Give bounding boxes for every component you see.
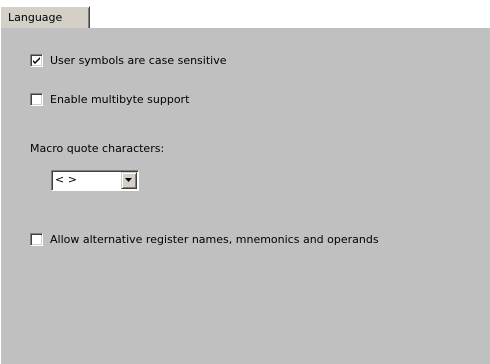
check-icon [33,56,40,64]
macro-quote-label: Macro quote characters: [30,142,165,155]
multibyte-label: Enable multibyte support [50,92,190,106]
dropdown-button[interactable] [121,172,137,189]
chevron-down-icon [125,178,132,182]
multibyte-checkbox[interactable] [30,92,43,106]
tab-label: Language [8,11,63,24]
macro-quote-select[interactable]: < > [51,170,139,191]
alt-register-label: Allow alternative register names, mnemon… [50,232,379,246]
case-sensitive-option[interactable]: User symbols are case sensitive [30,52,227,68]
tab-language[interactable]: Language [0,6,90,28]
macro-quote-value: < > [55,173,77,186]
language-panel [0,27,490,364]
case-sensitive-label: User symbols are case sensitive [50,53,227,67]
alt-register-checkbox[interactable] [30,232,43,246]
multibyte-option[interactable]: Enable multibyte support [30,91,189,107]
case-sensitive-checkbox[interactable] [30,53,43,67]
alt-register-option[interactable]: Allow alternative register names, mnemon… [30,231,379,247]
